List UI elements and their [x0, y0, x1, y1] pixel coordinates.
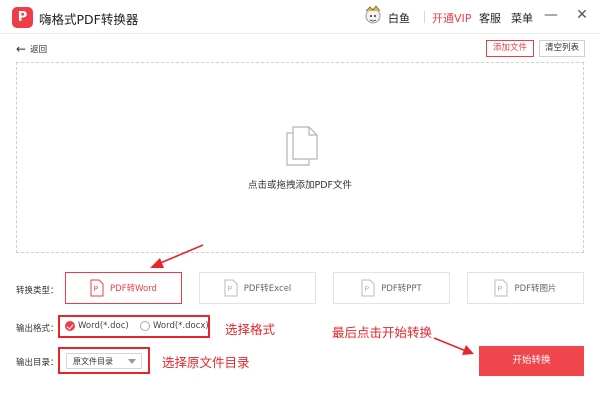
- app-logo: P: [12, 7, 33, 28]
- chevron-down-icon: [128, 359, 136, 364]
- divider: [424, 11, 425, 23]
- output-dir-value: 原文件目录: [73, 357, 113, 366]
- app-window: P 嗨格式PDF转换器 白鱼 开通VIP 客服 菜单 — ✕ ← 返回 添加文件…: [0, 0, 600, 395]
- pdf-excel-icon: P: [224, 279, 238, 297]
- avatar[interactable]: [362, 4, 384, 26]
- conversion-type-label: 转换类型：: [16, 286, 59, 296]
- type-pdf-to-word[interactable]: P PDF转Word: [65, 272, 182, 304]
- type-label: PDF转图片: [514, 284, 557, 294]
- type-label: PDF转PPT: [381, 284, 422, 294]
- clear-list-button[interactable]: 清空列表: [539, 40, 585, 57]
- svg-text:P: P: [94, 286, 99, 293]
- format-option-label: Word(*.docx): [153, 321, 209, 331]
- annotation-select-format: 选择格式: [225, 322, 276, 337]
- app-title: 嗨格式PDF转换器: [39, 12, 139, 27]
- svg-text:P: P: [365, 286, 370, 293]
- radio-unchecked-icon[interactable]: [140, 321, 150, 331]
- arrow-left-icon: ←: [16, 42, 27, 56]
- customer-service-link[interactable]: 客服: [479, 10, 501, 26]
- username[interactable]: 白鱼: [388, 10, 410, 26]
- annotation-select-dir: 选择原文件目录: [162, 355, 250, 370]
- annotation-finally-start: 最后点击开始转换: [332, 325, 433, 340]
- pdf-ppt-icon: P: [361, 279, 375, 297]
- pdf-image-icon: P: [494, 279, 508, 297]
- type-label: PDF转Word: [110, 284, 157, 294]
- menu-link[interactable]: 菜单: [511, 10, 533, 26]
- back-button[interactable]: ← 返回: [16, 42, 47, 56]
- type-pdf-to-ppt[interactable]: P PDF转PPT: [333, 272, 450, 304]
- output-dir-label: 输出目录：: [16, 358, 59, 368]
- type-pdf-to-excel[interactable]: P PDF转Excel: [199, 272, 316, 304]
- format-option-label: Word(*.doc): [78, 321, 129, 331]
- output-dir-select[interactable]: 原文件目录: [66, 353, 142, 369]
- arrow-to-start-button: [433, 337, 474, 355]
- close-icon[interactable]: ✕: [572, 5, 592, 25]
- minimize-icon[interactable]: —: [541, 5, 561, 25]
- radio-checked-icon[interactable]: [65, 321, 75, 331]
- dir-highlight-box: 原文件目录: [58, 347, 150, 374]
- pdf-word-icon: P: [90, 279, 104, 297]
- add-file-button[interactable]: 添加文件: [486, 40, 534, 57]
- svg-text:P: P: [227, 286, 232, 293]
- format-highlight-box: Word(*.doc) Word(*.docx): [58, 315, 210, 338]
- format-option-doc[interactable]: Word(*.doc): [65, 321, 129, 331]
- output-format-label: 输出格式：: [16, 324, 59, 334]
- back-label: 返回: [30, 45, 48, 55]
- title-bar: P 嗨格式PDF转换器 白鱼 开通VIP 客服 菜单 — ✕: [0, 0, 600, 34]
- format-option-docx[interactable]: Word(*.docx): [140, 321, 209, 331]
- document-icon: [286, 126, 318, 166]
- open-vip-link[interactable]: 开通VIP: [432, 10, 471, 26]
- type-label: PDF转Excel: [243, 284, 292, 294]
- type-pdf-to-image[interactable]: P PDF转图片: [467, 272, 584, 304]
- drop-zone-label: 点击或拖拽添加PDF文件: [247, 180, 352, 191]
- file-drop-zone[interactable]: 点击或拖拽添加PDF文件: [16, 62, 584, 253]
- start-convert-button[interactable]: 开始转换: [479, 346, 584, 376]
- svg-text:P: P: [498, 286, 503, 293]
